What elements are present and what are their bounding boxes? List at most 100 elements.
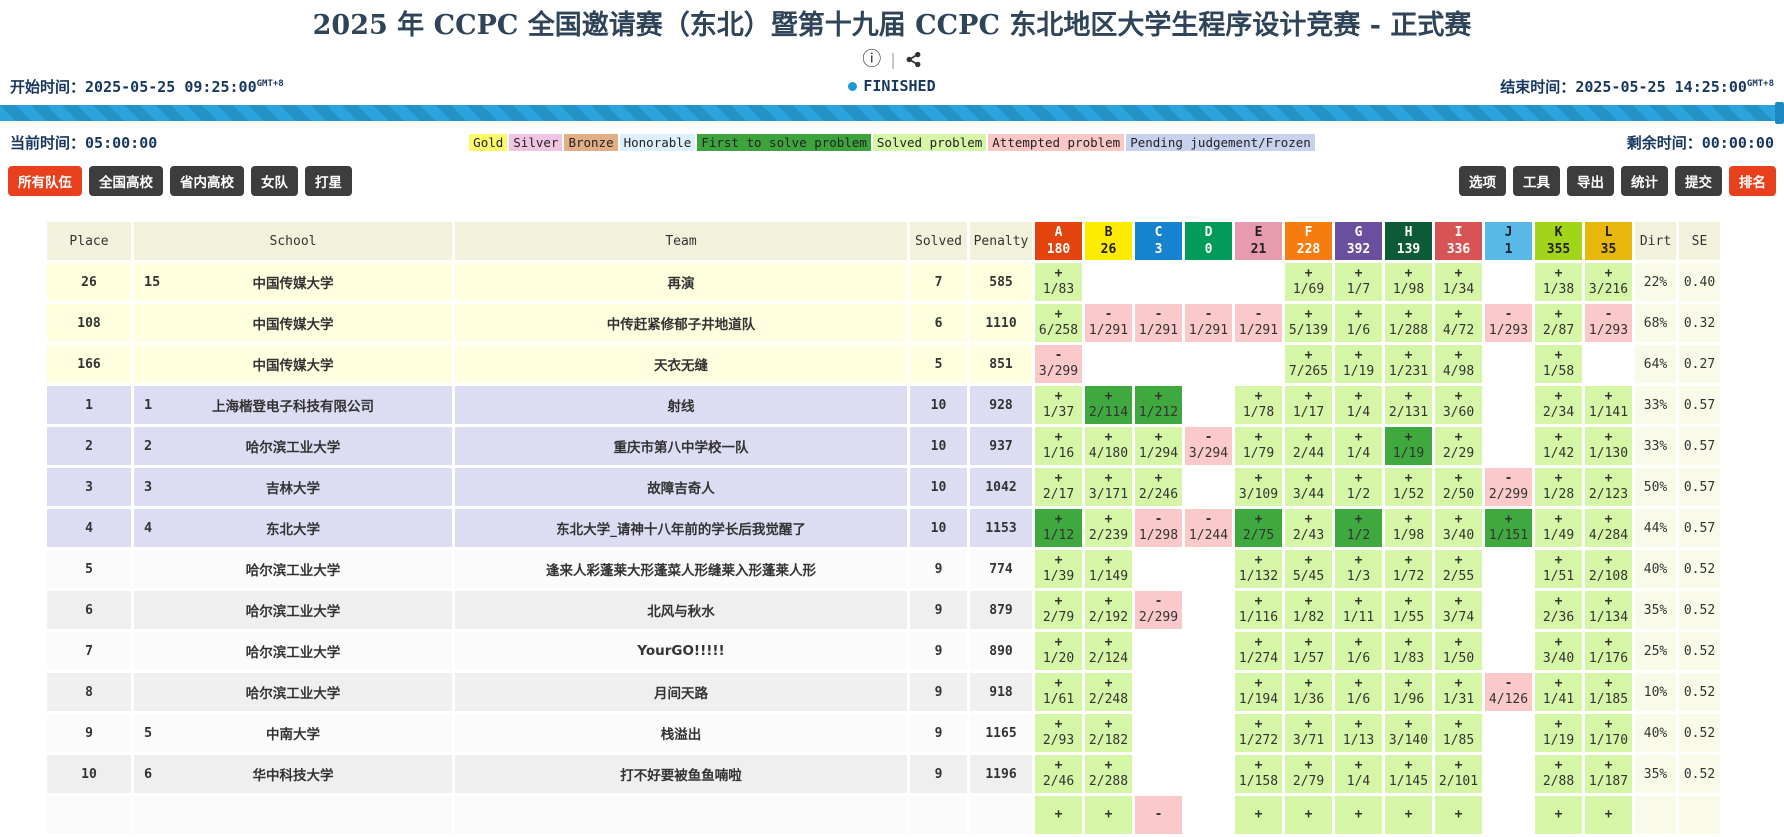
team-row: 7哈尔滨工业大学YourGO!!!!!9890+1/20+2/124+1/274… [47, 632, 1720, 670]
problem-header-B: B26 [1085, 222, 1132, 260]
end-time: 结束时间：2025-05-25 14:25:00GMT+8 [1500, 76, 1774, 97]
school-cell: 华中科技大学6 [134, 755, 452, 793]
state-dot [848, 82, 857, 91]
problem-cell-H: +1/145 [1385, 755, 1432, 793]
se-cell: 0.52 [1679, 755, 1720, 793]
scoreboard-body: 26中国传媒大学15再演7585+1/83+1/69+1/7+1/98+1/34… [47, 263, 1720, 834]
problem-cell-I: +1/85 [1435, 714, 1482, 752]
problem-cell-E: +1/78 [1235, 386, 1282, 424]
solved-cell: 9 [910, 673, 967, 711]
solved-cell: 10 [910, 509, 967, 547]
problem-cell-F: +1/17 [1285, 386, 1332, 424]
solved-cell: 9 [910, 714, 967, 752]
team-row: 10华中科技大学6打不好要被鱼鱼喃啦91196+2/46+2/288+1/158… [47, 755, 1720, 793]
school-cell [134, 796, 452, 834]
problem-cell-B: +1/149 [1085, 550, 1132, 588]
col-header-school: School [134, 222, 452, 260]
action-export[interactable]: 导出 [1567, 166, 1614, 196]
problem-cell-C: +1/294 [1135, 427, 1182, 465]
problem-cell-D [1185, 673, 1232, 711]
problem-cell-F: +5/139 [1285, 304, 1332, 342]
penalty-cell: 1165 [970, 714, 1032, 752]
start-tz: GMT+8 [257, 79, 284, 89]
problem-cell-I: +2/55 [1435, 550, 1482, 588]
solved-cell: 10 [910, 468, 967, 506]
problem-cell-B: +2/248 [1085, 673, 1132, 711]
info-icon[interactable]: ⓘ [862, 50, 881, 69]
share-icon[interactable] [905, 51, 922, 68]
solved-cell: 9 [910, 755, 967, 793]
contest-progress-bar[interactable] [0, 105, 1784, 121]
se-cell: 0.52 [1679, 673, 1720, 711]
problem-cell-C: -1/291 [1135, 304, 1182, 342]
action-tools[interactable]: 工具 [1513, 166, 1560, 196]
problem-cell-F: +2/79 [1285, 755, 1332, 793]
col-header-penalty: Penalty [970, 222, 1032, 260]
col-header-solved: Solved [910, 222, 967, 260]
team-row: 9中南大学5栈溢出91165+2/93+2/182+1/272+3/71+1/1… [47, 714, 1720, 752]
school-cell: 上海楷登电子科技有限公司1 [134, 386, 452, 424]
place-cell: 166 [47, 345, 131, 383]
team-row: 4东北大学4东北大学_请神十八年前的学长后我觉醒了101153+1/12+2/2… [47, 509, 1720, 547]
team-cell: 月间天路 [455, 673, 907, 711]
problem-cell-G: +1/6 [1335, 673, 1382, 711]
place-cell: 6 [47, 591, 131, 629]
problem-cell-E: +1/158 [1235, 755, 1282, 793]
button-row: 所有队伍全国高校省内高校女队打星 选项工具导出统计提交排名 [0, 166, 1784, 196]
penalty-cell: 1042 [970, 468, 1032, 506]
contest-state: FINISHED [848, 77, 935, 95]
problem-cell-L: +4/284 [1585, 509, 1632, 547]
action-rank[interactable]: 排名 [1729, 166, 1776, 196]
team-cell: 逢来人彩蓬莱大形蓬菜人形缝莱入形蓬莱人形 [455, 550, 907, 588]
problem-cell-G: +1/6 [1335, 632, 1382, 670]
org-rank: 3 [144, 479, 152, 495]
team-cell: 打不好要被鱼鱼喃啦 [455, 755, 907, 793]
filter-provincial-schools[interactable]: 省内高校 [170, 166, 244, 196]
problem-cell-H: +1/98 [1385, 509, 1432, 547]
legend-attempted-problem: Attempted problem [988, 134, 1124, 151]
problem-cell-G: +1/11 [1335, 591, 1382, 629]
action-submissions[interactable]: 提交 [1675, 166, 1722, 196]
place-cell: 9 [47, 714, 131, 752]
action-statistics[interactable]: 统计 [1621, 166, 1668, 196]
problem-cell-C [1135, 263, 1182, 301]
page-title: 2025 年 CCPC 全国邀请赛（东北）暨第十九届 CCPC 东北地区大学生程… [0, 0, 1784, 44]
problem-cell-L [1585, 345, 1632, 383]
problem-cell-E: +1/79 [1235, 427, 1282, 465]
problem-cell-L: +1/185 [1585, 673, 1632, 711]
filter-national-schools[interactable]: 全国高校 [89, 166, 163, 196]
dirt-cell: 40% [1635, 714, 1676, 752]
org-rank: 15 [144, 274, 160, 290]
problem-cell-I: + [1435, 796, 1482, 834]
filter-all-teams[interactable]: 所有队伍 [8, 166, 82, 196]
problem-cell-L: +1/187 [1585, 755, 1632, 793]
start-time: 开始时间：2025-05-25 09:25:00GMT+8 [10, 76, 284, 97]
filter-girls-teams[interactable]: 女队 [251, 166, 298, 196]
problem-cell-K: +2/36 [1535, 591, 1582, 629]
se-cell: 0.40 [1679, 263, 1720, 301]
se-cell: 0.57 [1679, 427, 1720, 465]
problem-cell-A: +2/17 [1035, 468, 1082, 506]
problem-cell-G: +1/6 [1335, 304, 1382, 342]
action-options[interactable]: 选项 [1459, 166, 1506, 196]
dirt-cell: 64% [1635, 345, 1676, 383]
problem-cell-B: +2/124 [1085, 632, 1132, 670]
problem-cell-L: +3/216 [1585, 263, 1632, 301]
problem-cell-A: +1/12 [1035, 509, 1082, 547]
legend-silver: Silver [509, 134, 562, 151]
problem-header-F: F228 [1285, 222, 1332, 260]
action-buttons: 选项工具导出统计提交排名 [1459, 166, 1776, 196]
place-cell: 8 [47, 673, 131, 711]
team-cell: 射线 [455, 386, 907, 424]
problem-cell-L: +1/176 [1585, 632, 1632, 670]
scoreboard-header-row: PlaceSchoolTeamSolvedPenaltyA180B26C3D0E… [47, 222, 1720, 260]
problem-cell-C: - [1135, 796, 1182, 834]
problem-cell-E [1235, 345, 1282, 383]
org-rank: 6 [144, 766, 152, 782]
problem-cell-A: +2/46 [1035, 755, 1082, 793]
problem-cell-D [1185, 263, 1232, 301]
problem-cell-J: -1/293 [1485, 304, 1532, 342]
problem-cell-H: +1/96 [1385, 673, 1432, 711]
filter-starred[interactable]: 打星 [305, 166, 352, 196]
progress-handle[interactable] [1775, 102, 1784, 124]
